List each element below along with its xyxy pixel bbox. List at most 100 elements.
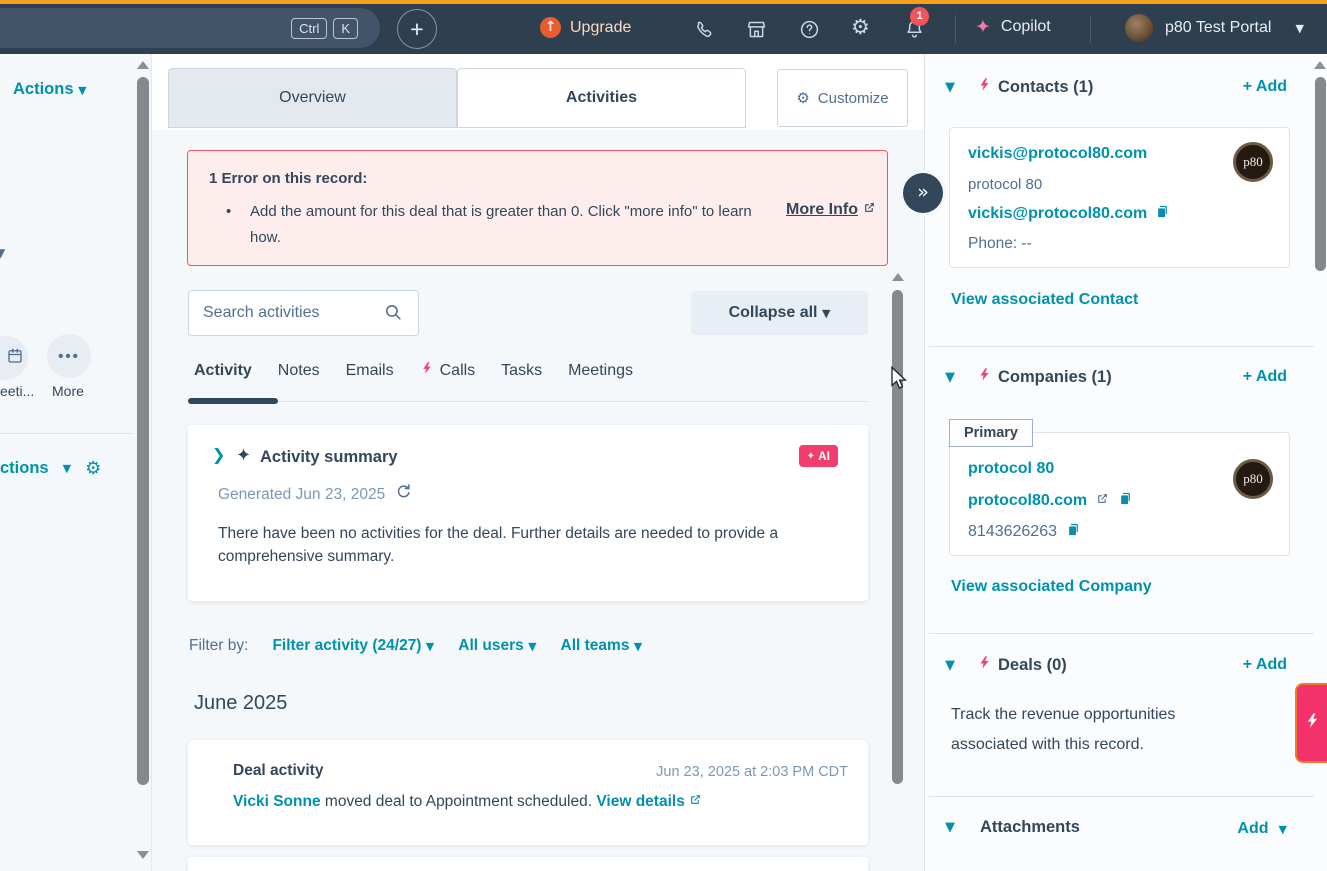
filter-activity-label: Filter activity (24/27) [272,637,421,654]
company-phone: 8143626263 [968,523,1057,541]
subtab-activity[interactable]: Activity [194,360,252,381]
subtab-emails[interactable]: Emails [346,360,394,381]
subtab-meetings[interactable]: Meetings [568,360,633,381]
more-label: More [52,383,84,399]
ai-badge: ✦ AI [799,445,838,467]
collapse-all-label: Collapse all [729,304,818,321]
collapse-panel-button[interactable]: » [903,173,943,213]
view-details-label: View details [596,793,684,810]
upgrade-button[interactable]: ↑ Upgrade [540,17,631,38]
add-attachment-label: Add [1237,820,1268,838]
copy-icon[interactable] [1155,204,1170,224]
chevron-down-icon: ▼ [426,640,434,653]
generated-label: Generated Jun 23, 2025 [218,486,385,504]
actor-link[interactable]: Vicki Sonne [233,793,321,810]
contact-email-link[interactable]: vickis@protocol80.com [968,205,1147,223]
chevron-down-icon[interactable]: ▼ [945,658,955,673]
subtab-calls[interactable]: Calls [420,360,476,381]
deals-section-header: ▼ Deals (0) [945,654,1067,676]
filter-activity-dropdown[interactable]: Filter activity (24/27) ▼ [272,637,434,655]
sparkle-icon: ✦ [236,445,251,466]
search-icon [384,303,403,327]
subtab-notes[interactable]: Notes [278,360,320,381]
actions-dropdown[interactable]: Actions ▼ [13,80,87,99]
chevron-right-icon[interactable]: ❯ [212,445,225,464]
copilot-edge-tab[interactable] [1295,683,1327,763]
scrollbar-up-arrow[interactable] [137,61,149,69]
filter-users-label: All users [458,637,523,654]
add-attachment-dropdown[interactable]: Add ▼ [1237,820,1287,838]
meeting-label: eeti... [0,383,34,399]
customize-button[interactable]: ⚙ Customize [777,69,908,127]
chevron-down-icon[interactable]: ▼ [945,80,955,95]
subtab-tasks[interactable]: Tasks [501,360,542,381]
settings-icon[interactable]: ⚙ [851,15,870,39]
tab-activities[interactable]: Activities [457,68,746,128]
scrollbar-down-arrow[interactable] [137,851,149,859]
tab-overview[interactable]: Overview [168,68,457,128]
actions-dropdown-truncated[interactable]: ctions [0,459,49,478]
chevron-down-icon[interactable]: ▼ [945,370,955,385]
add-contact-button[interactable]: + Add [1243,78,1287,96]
account-menu[interactable]: p80 Test Portal ▼ [1125,14,1304,42]
bolt-icon [977,76,992,98]
add-deal-button[interactable]: + Add [1243,656,1287,674]
calling-icon[interactable] [694,19,715,45]
global-search-input[interactable]: Ctrl K [0,8,380,48]
company-domain-link[interactable]: protocol80.com [968,492,1087,510]
copilot-button[interactable]: ✦ Copilot [975,16,1051,38]
filter-users-dropdown[interactable]: All users ▼ [458,637,536,655]
record-main-column: Overview Activities ⚙ Customize 1 Error … [152,54,924,871]
companies-section-header: ▼ Companies (1) [945,366,1112,388]
gear-icon[interactable]: ⚙ [85,458,101,479]
copy-icon[interactable] [1066,522,1081,542]
refresh-icon[interactable] [395,483,413,506]
chevron-down-icon[interactable]: ▼ [0,246,5,260]
activity-summary-card: ❯ ✦ Activity summary ✦ AI Generated Jun … [188,425,868,601]
create-new-button[interactable]: + [397,9,437,49]
contact-name-link[interactable]: vickis@protocol80.com [968,145,1147,163]
view-associated-company-link[interactable]: View associated Company [951,578,1152,596]
scrollbar-up-arrow[interactable] [892,273,904,281]
left-scrollbar-thumb[interactable] [137,77,149,785]
divider [929,796,1314,797]
add-company-button[interactable]: + Add [1243,368,1287,386]
customize-label: Customize [818,90,889,107]
chevron-down-icon[interactable]: ▼ [945,820,955,835]
chevron-down-icon[interactable]: ▼ [63,462,71,475]
deal-activity-timestamp: Jun 23, 2025 at 2:03 PM CDT [656,764,848,780]
deal-activity-action: moved deal to Appointment scheduled. [325,793,592,810]
filter-teams-dropdown[interactable]: All teams ▼ [561,637,643,655]
next-activity-card [188,857,868,871]
meeting-button[interactable] [0,336,28,380]
marketplace-icon[interactable] [746,19,767,45]
copy-icon[interactable] [1118,491,1133,511]
company-name-link[interactable]: protocol 80 [968,460,1054,478]
feed-scrollbar-thumb[interactable] [892,290,903,784]
attachments-title: Attachments [980,818,1080,837]
copilot-label: Copilot [1001,18,1051,36]
external-link-icon[interactable] [1096,492,1109,510]
bolt-icon [977,654,992,676]
more-info-link[interactable]: More Info [786,201,876,219]
sidebar-scrollbar-thumb[interactable] [1315,77,1326,271]
scrollbar-up-arrow[interactable] [1314,61,1326,69]
view-associated-contact-link[interactable]: View associated Contact [951,291,1138,309]
mouse-cursor [889,366,911,395]
topbar-divider [1090,15,1091,43]
divider [0,433,133,434]
company-card[interactable]: protocol 80 p80 protocol80.com 814362626… [949,432,1290,556]
view-details-link[interactable]: View details [596,793,689,810]
activity-subtabs: Activity Notes Emails Calls Tasks Meetin… [194,360,633,381]
contact-phone: Phone: -- [968,235,1032,253]
deal-activity-card: Deal activity Jun 23, 2025 at 2:03 PM CD… [188,740,868,845]
more-button[interactable]: ••• [47,334,91,378]
help-icon[interactable] [799,19,820,45]
actions-label: Actions [13,80,74,98]
contacts-title: Contacts (1) [998,78,1093,97]
gear-icon: ⚙ [796,89,809,107]
contact-card[interactable]: vickis@protocol80.com p80 protocol 80 vi… [949,127,1290,268]
contact-company: protocol 80 [968,176,1042,193]
ai-badge-label: AI [818,449,830,463]
collapse-all-button[interactable]: Collapse all ▼ [691,291,868,335]
